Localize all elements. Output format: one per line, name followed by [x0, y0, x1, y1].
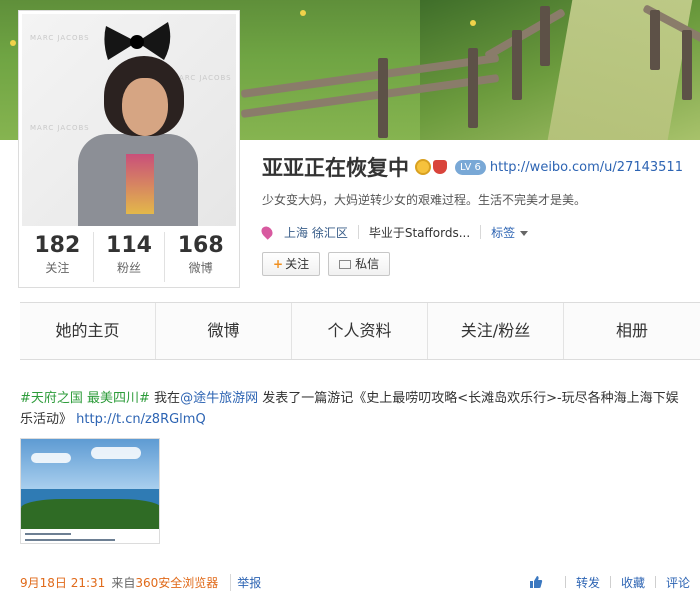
avatar[interactable]: MARC JACOBS MARC JACOBS MARC JACOBS [22, 14, 236, 226]
thumbs-up-icon[interactable] [529, 575, 543, 589]
avatar-shirt [126, 154, 154, 214]
feed-thumbnail[interactable] [20, 438, 160, 544]
stat-number: 182 [34, 233, 81, 258]
divider [480, 225, 482, 239]
name-row: 亚亚正在恢复中 LV 6 http://weibo.com/u/27143511 [262, 150, 700, 184]
divider [609, 576, 611, 588]
fence-post [540, 6, 550, 66]
thumb-caption [21, 529, 159, 543]
education-text[interactable]: 毕业于Staffords... [369, 224, 470, 241]
feed-footer: 9月18日 21:31 来自 360安全浏览器 举报 转发 收藏 评论 [20, 572, 690, 592]
tab-home[interactable]: 她的主页 [20, 303, 156, 359]
thumb-cloud [31, 453, 71, 463]
tab-follow-fans[interactable]: 关注/粉丝 [428, 303, 564, 359]
level-badge[interactable]: LV 6 [455, 159, 486, 175]
repost-link[interactable]: 转发 [576, 574, 600, 591]
location-pin-icon [259, 224, 275, 240]
tags-label: 标签 [491, 225, 516, 240]
short-link[interactable]: http://t.cn/z8RGlmQ [76, 412, 206, 427]
flower [470, 20, 476, 26]
profile-url[interactable]: http://weibo.com/u/27143511 [490, 160, 683, 175]
divider [654, 576, 656, 588]
topic-link[interactable]: #天府之国 最美四川# [20, 391, 150, 406]
fence-post [512, 30, 522, 100]
fence-post [468, 48, 478, 128]
tab-weibo[interactable]: 微博 [156, 303, 292, 359]
stat-posts[interactable]: 168 微博 [165, 232, 236, 282]
stat-label: 粉丝 [117, 261, 142, 275]
stat-label: 关注 [45, 261, 70, 275]
feed-text: #天府之国 最美四川# 我在@途牛旅游网 发表了一篇游记《史上最唠叨攻略<长滩岛… [20, 388, 690, 430]
tab-album[interactable]: 相册 [564, 303, 700, 359]
profile-name: 亚亚正在恢复中 [262, 156, 409, 180]
crown-badge-icon[interactable] [415, 159, 431, 175]
avatar-face [122, 78, 168, 136]
bow-icon [104, 22, 171, 60]
report-link[interactable]: 举报 [230, 573, 261, 591]
feed-item: #天府之国 最美四川# 我在@途牛旅游网 发表了一篇游记《史上最唠叨攻略<长滩岛… [20, 388, 690, 544]
fence-post [378, 58, 388, 138]
follow-button[interactable]: + 关注 [262, 252, 321, 276]
post-actions: 转发 收藏 评论 [529, 574, 690, 591]
stat-followers[interactable]: 114 粉丝 [94, 232, 166, 282]
fence-post [650, 10, 660, 70]
follow-label: 关注 [285, 257, 310, 271]
backdrop-logo: MARC JACOBS [30, 34, 90, 42]
thumb-cloud [91, 447, 141, 459]
meta-row: 上海 徐汇区 毕业于Staffords... 标签 [259, 222, 700, 242]
profile-info: 亚亚正在恢复中 LV 6 http://weibo.com/u/27143511… [259, 150, 700, 276]
from-label: 来自 [111, 575, 136, 590]
thumb-sky [21, 439, 159, 489]
thumb-caption-line [25, 533, 71, 535]
post-time[interactable]: 9月18日 21:31 [20, 574, 105, 591]
feed-text-a: 我在 [149, 391, 181, 406]
post-source[interactable]: 360安全浏览器 [135, 574, 218, 591]
flower [300, 10, 306, 16]
stat-following[interactable]: 182 关注 [22, 232, 94, 282]
profile-tabs: 她的主页 微博 个人资料 关注/粉丝 相册 [20, 302, 700, 360]
flower [10, 40, 16, 46]
tab-profile[interactable]: 个人资料 [292, 303, 428, 359]
action-buttons: + 关注 私信 [262, 252, 700, 276]
message-button[interactable]: 私信 [328, 252, 391, 276]
backdrop-logo: MARC JACOBS [30, 124, 90, 132]
heart-badge-icon[interactable] [433, 160, 447, 174]
profile-bio: 少女变大妈，大妈逆转少女的艰难过程。生活不完美才是美。 [262, 193, 587, 207]
message-label: 私信 [355, 257, 380, 271]
comment-link[interactable]: 评论 [666, 574, 690, 591]
thumb-trees [21, 499, 159, 529]
stat-label: 微博 [188, 261, 213, 275]
divider [564, 576, 566, 588]
stat-number: 168 [177, 233, 224, 258]
divider [357, 225, 359, 239]
stats-row: 182 关注 114 粉丝 168 微博 [22, 232, 236, 282]
location-text[interactable]: 上海 徐汇区 [284, 224, 348, 241]
favorite-link[interactable]: 收藏 [621, 574, 645, 591]
envelope-icon [339, 259, 352, 269]
avatar-card: MARC JACOBS MARC JACOBS MARC JACOBS 182 … [18, 10, 240, 288]
thumb-caption-line [25, 539, 115, 541]
mention-link[interactable]: @途牛旅游网 [180, 391, 258, 406]
plus-icon: + [273, 257, 284, 271]
stat-number: 114 [106, 233, 152, 258]
chevron-down-icon [520, 230, 529, 236]
tags-dropdown[interactable]: 标签 [491, 224, 529, 241]
fence-post [682, 30, 692, 100]
